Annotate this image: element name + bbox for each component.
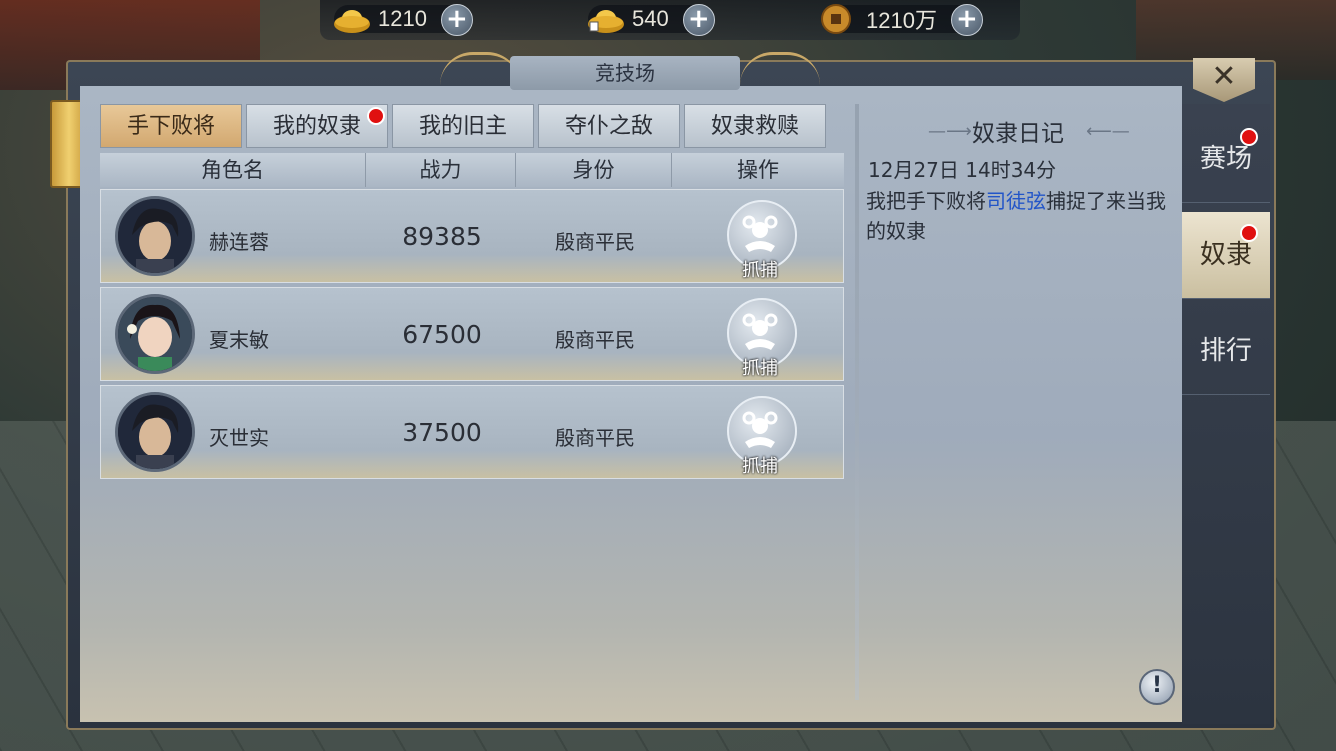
notification-dot [1240,128,1258,146]
title-ornament-left [440,52,520,85]
gold-ingot-icon [334,10,370,33]
capture-label: 抓捕 [742,358,778,379]
tab-slave-redemption[interactable]: 奴隶救赎 [684,104,826,148]
capture-label: 抓捕 [742,456,778,477]
tab-former-master[interactable]: 我的旧主 [392,104,534,148]
rank-value: 殷商平民 [555,230,635,254]
add-copper-button[interactable]: + [950,4,983,36]
shackles-icon [742,215,778,252]
side-nav-arena[interactable]: 赛场 [1182,116,1270,203]
currency-copper: 1210万 + [821,3,983,36]
notification-dot [367,107,385,125]
header-rank: 身份 [516,153,672,187]
shackles-icon [742,313,778,350]
header-action: 操作 [737,158,779,182]
capture-label: 抓捕 [742,260,778,281]
panel-divider [855,104,859,700]
title-ornament-right [740,52,820,85]
side-nav-ranking[interactable]: 排行 [1182,308,1270,395]
power-value: 67500 [402,320,482,349]
bound-gold-value: 540 [632,6,669,31]
copper-coin-icon [821,4,851,34]
character-name: 灭世实 [209,426,269,450]
header-name: 角色名 [100,153,366,187]
tab-label: 夺仆之敌 [564,114,653,139]
rank-value: 殷商平民 [555,328,635,352]
side-nav-label: 赛场 [1199,144,1252,174]
rank-value: 殷商平民 [555,426,635,450]
power-value: 89385 [402,222,482,251]
window-title: 竞技场 [510,56,740,90]
diary-title: 奴隶日记 [972,121,1064,147]
gold-ingot-bound-icon [588,10,624,33]
table-row: 灭世实 37500 殷商平民 抓捕 [100,385,844,479]
tab-servant-enemy[interactable]: 夺仆之敌 [538,104,680,148]
avatar [115,196,195,276]
currency-bound-gold: 540 + [588,3,715,36]
diary-timestamp: 12月27日 14时34分 [868,158,1057,182]
diary-player-link[interactable]: 司徒弦 [986,189,1046,213]
tab-label: 手下败将 [126,114,215,139]
power-value: 37500 [402,418,482,447]
table-header: 角色名 战力 身份 操作 [100,153,844,187]
header-power: 战力 [366,153,516,187]
notification-dot [1240,224,1258,242]
character-name: 赫连蓉 [209,230,269,254]
add-gold-button[interactable]: + [440,4,473,36]
gold-value: 1210 [378,6,427,31]
table-row: 夏末敏 67500 殷商平民 抓捕 [100,287,844,381]
diary-text-start: 我把手下败将 [866,189,986,213]
side-nav-label: 排行 [1199,336,1252,366]
side-nav-label: 奴隶 [1199,240,1252,270]
character-name: 夏末敏 [209,328,269,352]
tab-my-slaves[interactable]: 我的奴隶 [246,104,388,148]
tab-label: 奴隶救赎 [710,114,799,139]
avatar [115,392,195,472]
diary-entry: 我把手下败将司徒弦捕捉了来当我的奴隶 [866,186,1166,246]
avatar [115,294,195,374]
currency-gold: 1210 + [334,3,473,36]
tab-bar: 手下败将 我的奴隶 我的旧主 夺仆之敌 奴隶救赎 [100,104,826,148]
info-button[interactable]: ! [1139,669,1175,705]
shackles-icon [742,411,778,448]
tab-defeated[interactable]: 手下败将 [100,104,242,148]
side-nav-slaves[interactable]: 奴隶 [1182,212,1270,299]
add-bound-gold-button[interactable]: + [682,4,715,36]
tab-label: 我的奴隶 [272,114,361,139]
table-row: 赫连蓉 89385 殷商平民 抓捕 [100,189,844,283]
tab-label: 我的旧主 [418,114,507,139]
copper-value: 1210万 [866,8,937,33]
